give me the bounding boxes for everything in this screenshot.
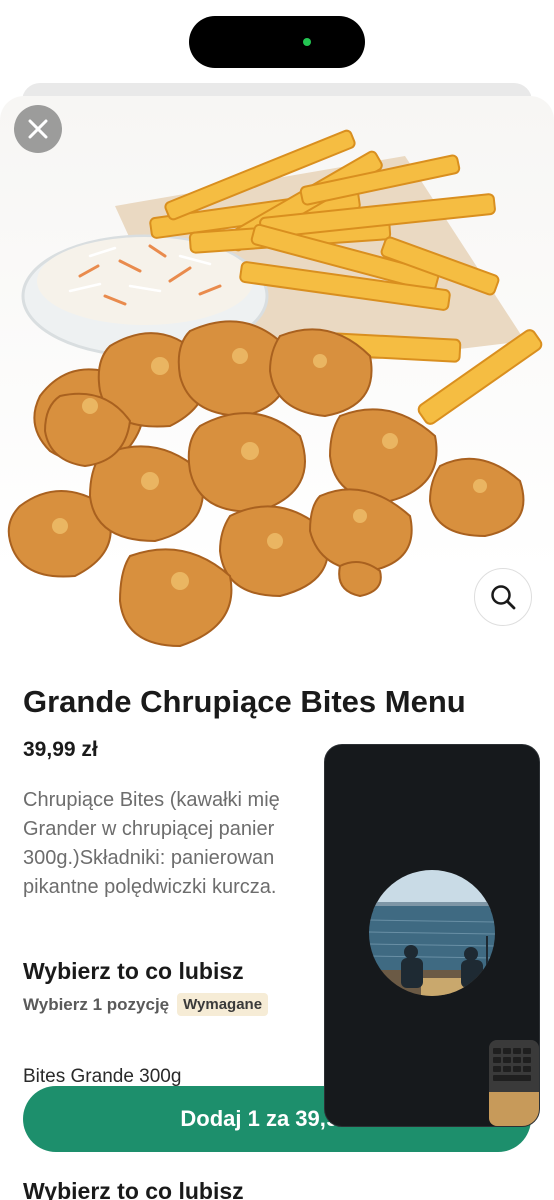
picture-in-picture-window[interactable]	[324, 744, 540, 1127]
choice-requirements: Wybierz 1 pozycję Wymagane	[23, 993, 269, 1016]
status-indicator-dot	[303, 38, 311, 46]
dynamic-island	[189, 16, 365, 68]
option-item[interactable]: Bites Grande 300g	[23, 1066, 181, 1088]
self-view-thumbnail[interactable]	[489, 1040, 539, 1126]
close-button[interactable]	[14, 105, 62, 153]
required-badge: Wymagane	[177, 993, 269, 1016]
product-title: Grande Chrupiące Bites Menu	[23, 684, 466, 719]
zoom-image-button[interactable]	[474, 568, 532, 626]
product-image	[0, 96, 554, 656]
product-price: 39,99 zł	[23, 738, 98, 761]
search-icon	[491, 585, 516, 610]
caller-avatar	[369, 870, 495, 996]
close-icon	[28, 119, 48, 139]
choice-section-title: Wybierz to co lubisz	[23, 958, 244, 984]
next-section-title: Wybierz to co lubisz	[23, 1178, 244, 1200]
choice-subtitle: Wybierz 1 pozycję	[23, 994, 170, 1014]
